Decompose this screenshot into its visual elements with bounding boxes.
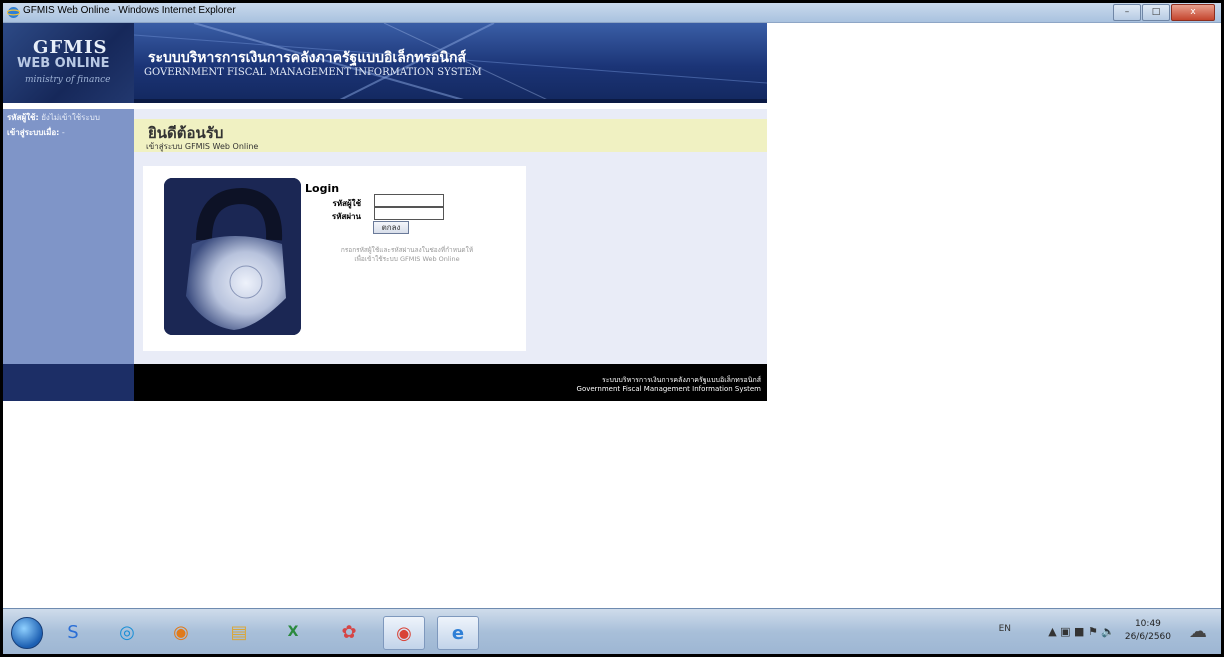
cloud-icon[interactable]: ☁ <box>1189 621 1207 642</box>
screen-frame: GFMIS Web Online - Windows Internet Expl… <box>0 0 1224 657</box>
main-content: ยินดีต้อนรับ เข้าสู่ระบบ GFMIS Web Onlin… <box>134 109 767 364</box>
tray-icons[interactable]: ▲ ▣ ■ ⚑ 🔈 <box>1048 625 1115 638</box>
logo-ministry: ministry of finance <box>25 75 111 85</box>
app-icon[interactable]: ◎ <box>107 616 147 648</box>
sidebar-user-row: รหัสผู้ใช้: ยังไม่เข้าใช้ระบบ <box>3 109 134 124</box>
minimize-button[interactable]: – <box>1113 4 1141 21</box>
login-panel: Login รหัสผู้ใช้ รหัสผ่าน ตกลง กรอกรหัสผ… <box>143 166 526 351</box>
sidebar-footer <box>3 364 134 401</box>
logo-subtitle: WEB ONLINE <box>17 56 110 71</box>
login-time-label: เข้าสู่ระบบเมื่อ: <box>7 128 60 137</box>
login-hint-line1: กรอกรหัสผู้ใช้และรหัสผ่านลงในช่องที่กำหน… <box>340 246 474 254</box>
internet-explorer-icon <box>7 7 20 18</box>
excel-icon[interactable]: X <box>273 616 313 648</box>
login-title: Login <box>305 182 340 195</box>
username-label: รหัสผู้ใช้ <box>332 199 361 208</box>
sidebar-user-info: รหัสผู้ใช้: ยังไม่เข้าใช้ระบบ เข้าสู่ระบ… <box>3 109 134 364</box>
padlock-image <box>164 178 301 335</box>
chrome-icon[interactable]: ◉ <box>383 616 425 650</box>
logo-title: GFMIS <box>33 37 108 58</box>
clock-date: 26/6/2560 <box>1124 632 1171 642</box>
app-icon[interactable]: S <box>53 616 93 648</box>
close-button[interactable]: x <box>1171 4 1215 21</box>
media-icon[interactable]: ◉ <box>161 616 201 648</box>
banner-title-th: ระบบบริหารการเงินการคลังภาครัฐแบบอิเล็กท… <box>148 50 467 66</box>
welcome-subtitle: เข้าสู่ระบบ GFMIS Web Online <box>146 142 259 151</box>
clock[interactable]: 10:49 26/6/2560 <box>1125 618 1171 644</box>
login-hint-line2: เพื่อเข้าใช้ระบบ GFMIS Web Online <box>354 255 460 263</box>
window-title: GFMIS Web Online - Windows Internet Expl… <box>23 5 236 16</box>
window-title-bar[interactable]: GFMIS Web Online - Windows Internet Expl… <box>3 3 1221 23</box>
app-icon[interactable]: ✿ <box>329 616 369 648</box>
user-value: ยังไม่เข้าใช้ระบบ <box>41 113 100 122</box>
password-label: รหัสผ่าน <box>331 212 361 221</box>
welcome-bar: ยินดีต้อนรับ เข้าสู่ระบบ GFMIS Web Onlin… <box>134 119 767 152</box>
clock-time: 10:49 <box>1134 619 1161 629</box>
header-banner: ระบบบริหารการเงินการคลังภาครัฐแบบอิเล็กท… <box>134 23 767 103</box>
windows-taskbar: S ◎ ◉ ▤ X ✿ ◉ e EN ▲ ▣ ■ ⚑ 🔈 10:49 26/6/… <box>3 608 1221 654</box>
internet-explorer-icon[interactable]: e <box>437 616 479 650</box>
user-label: รหัสผู้ใช้: <box>7 113 39 122</box>
sidebar-login-time-row: เข้าสู่ระบบเมื่อ: - <box>3 124 134 139</box>
window-controls: – □ x <box>1113 4 1215 21</box>
username-input[interactable] <box>374 194 444 207</box>
language-indicator[interactable]: EN <box>999 624 1011 634</box>
start-button-icon[interactable] <box>11 617 43 649</box>
submit-button[interactable]: ตกลง <box>373 221 409 234</box>
web-page: GFMIS WEB ONLINE ministry of finance รหั… <box>3 23 1221 608</box>
banner-title-en: GOVERNMENT FISCAL MANAGEMENT INFORMATION… <box>144 67 482 78</box>
password-input[interactable] <box>374 207 444 220</box>
padlock-icon <box>164 178 301 335</box>
login-time-value: - <box>61 128 65 137</box>
login-hint: กรอกรหัสผู้ใช้และรหัสผ่านลงในช่องที่กำหน… <box>307 246 507 264</box>
file-explorer-icon[interactable]: ▤ <box>219 616 259 648</box>
maximize-button[interactable]: □ <box>1142 4 1170 21</box>
page-footer: ระบบบริหารการเงินการคลังภาครัฐแบบอิเล็กท… <box>134 364 767 401</box>
gfmis-logo: GFMIS WEB ONLINE ministry of finance <box>3 23 134 103</box>
footer-text-en: Government Fiscal Management Information… <box>576 385 761 393</box>
